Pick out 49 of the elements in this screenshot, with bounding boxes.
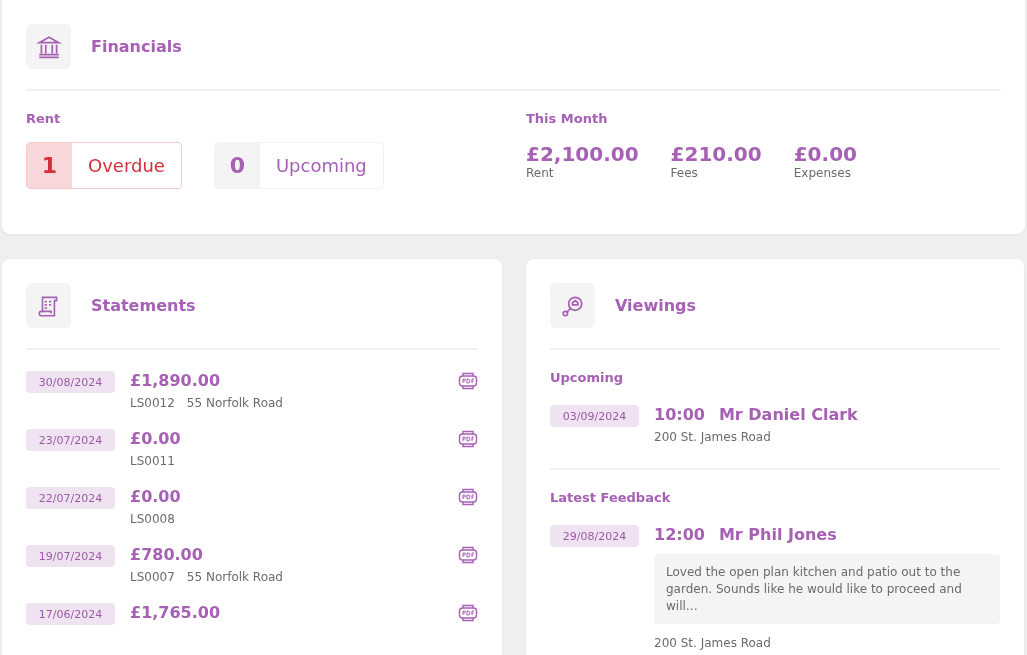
date-tag: 03/09/2024 bbox=[550, 405, 639, 427]
viewer-name: Mr Phil Jones bbox=[718, 525, 837, 544]
section-label: This Month bbox=[526, 111, 609, 126]
statement-amount: £1,765.00 bbox=[130, 603, 222, 622]
pdf-icon[interactable] bbox=[458, 371, 478, 391]
statement-amount: £0.00 bbox=[130, 487, 182, 506]
counter-number: 0 bbox=[214, 143, 260, 188]
card-title: Financials bbox=[91, 37, 182, 56]
pdf-icon[interactable] bbox=[458, 429, 478, 449]
pdf-icon[interactable] bbox=[458, 603, 478, 623]
rent-counter[interactable]: 1 Overdue bbox=[26, 142, 182, 189]
date-tag: 30/08/2024 bbox=[26, 371, 115, 393]
counter-label: Overdue bbox=[87, 154, 166, 178]
card-title: Statements bbox=[91, 296, 196, 315]
pdf-icon[interactable] bbox=[458, 487, 478, 507]
statement-reference: LS0008 bbox=[130, 512, 175, 526]
date-tag: 23/07/2024 bbox=[26, 429, 115, 451]
viewing-time: 10:00 bbox=[654, 405, 705, 424]
section-label: Latest Feedback bbox=[550, 490, 672, 505]
section-label: Upcoming bbox=[550, 370, 625, 385]
counter-number: 1 bbox=[27, 143, 72, 188]
statement-address: 55 Norfolk Road bbox=[186, 570, 283, 584]
viewing-time: 12:00 bbox=[654, 525, 705, 544]
pdf-icon[interactable] bbox=[458, 545, 478, 565]
section-label: Rent bbox=[26, 111, 62, 126]
amount: £210.00 bbox=[670, 142, 762, 166]
statement-amount: £780.00 bbox=[130, 545, 204, 564]
statement-address: 55 Norfolk Road bbox=[186, 396, 283, 410]
amount-label: Expenses bbox=[793, 166, 852, 180]
counter-label: Upcoming bbox=[274, 154, 368, 178]
date-tag: 22/07/2024 bbox=[26, 487, 115, 509]
date-tag: 29/08/2024 bbox=[550, 525, 639, 547]
statement-reference: LS0011 bbox=[130, 454, 175, 468]
amount: £0.00 bbox=[793, 142, 857, 166]
statement-reference: LS0007 bbox=[130, 570, 175, 584]
feedback-text: Loved the open plan kitchen and patio out to the garden. Sounds like he would like to proceed and will… bbox=[654, 554, 1000, 625]
viewer-name: Mr Daniel Clark bbox=[718, 405, 858, 424]
statement-amount: £1,890.00 bbox=[130, 371, 222, 390]
amount-label: Fees bbox=[670, 166, 699, 180]
viewing-address: 200 St. James Road bbox=[654, 636, 772, 651]
viewing-address: 200 St. James Road bbox=[654, 430, 772, 444]
date-tag: 17/06/2024 bbox=[26, 603, 115, 625]
card-title: Viewings bbox=[615, 296, 697, 315]
rent-counter[interactable]: 0 Upcoming bbox=[213, 142, 384, 189]
statement-amount: £0.00 bbox=[130, 429, 182, 448]
amount-label: Rent bbox=[526, 166, 555, 180]
amount: £2,100.00 bbox=[526, 142, 639, 166]
statement-reference: LS0012 bbox=[130, 396, 175, 410]
date-tag: 19/07/2024 bbox=[26, 545, 115, 567]
